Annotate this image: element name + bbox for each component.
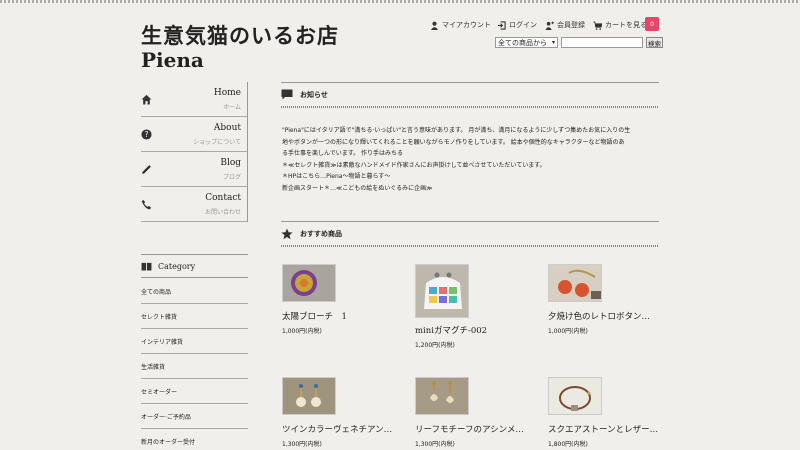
product-image[interactable] — [415, 377, 469, 415]
product-name[interactable]: 太陽ブローチ 1 — [282, 310, 392, 322]
category-item[interactable]: 全ての商品 — [141, 279, 248, 304]
product-price: 1,200円(内税) — [415, 342, 455, 349]
nav-item-contact[interactable]: Contact お問い合わせ — [141, 187, 247, 222]
nav-item-home[interactable]: Home ホーム — [141, 82, 247, 117]
product-card[interactable]: 太陽ブローチ 1 1,000円(内税) — [282, 264, 392, 335]
add-user-icon — [545, 20, 554, 30]
category-list: 全ての商品 セレクト雑貨 インテリア雑貨 生活雑貨 セミオーダー オーダー·ご予… — [141, 279, 248, 450]
category-item[interactable]: セレクト雑貨 — [141, 304, 248, 329]
top-border — [0, 0, 800, 3]
nav-label: Contact — [205, 193, 241, 203]
phone-icon — [141, 199, 152, 210]
question-icon: ? — [141, 129, 152, 140]
product-price: 1,300円(内税) — [282, 441, 322, 448]
search-category-value: 全ての商品から — [498, 38, 547, 47]
nav-sublabel: ホーム — [223, 104, 241, 111]
notice-line: る手仕事を楽しんでいます。 作り手はみちる — [282, 150, 404, 157]
product-name[interactable]: スクエアストーンとレザー… — [548, 423, 658, 435]
product-price: 1,000円(内税) — [548, 328, 588, 335]
product-card[interactable]: スクエアストーンとレザー… 1,800円(内税) — [548, 377, 658, 448]
nav-label: About — [213, 123, 241, 133]
dotted-divider — [281, 106, 659, 108]
chevron-down-icon: ▾ — [551, 39, 555, 46]
cart-count-badge[interactable]: 0 — [645, 17, 659, 31]
category-item[interactable]: セミオーダー — [141, 379, 248, 404]
product-image[interactable] — [548, 377, 602, 415]
notice-text: "Piena"にはイタリア語で"満ちる·いっぱい"と言う意味があります。 月が満… — [282, 125, 662, 194]
category-item[interactable]: インテリア雑貨 — [141, 329, 248, 354]
svg-text:?: ? — [144, 130, 148, 139]
nav-item-blog[interactable]: Blog ブログ — [141, 152, 247, 187]
book-icon — [141, 262, 152, 271]
my-account-label: マイアカウント — [442, 21, 491, 29]
product-card[interactable]: miniガマグチ-002 1,200円(内税) — [415, 264, 527, 349]
product-price: 1,300円(内税) — [415, 441, 455, 448]
search-bar: 全ての商品から ▾ 検索 — [495, 37, 663, 48]
notice-line: 地やボタンが一つの形になり輝いてくれることを願いながらモノ作りをしています。 絵… — [282, 138, 625, 146]
notice-heading-label: お知らせ — [300, 90, 328, 99]
product-card[interactable]: 夕焼け色のレトロボタン… 1,000円(内税) — [548, 264, 658, 335]
product-card[interactable]: リーフモチーフのアシンメ… 1,300円(内税) — [415, 377, 525, 448]
notice-heading: お知らせ — [281, 82, 659, 108]
category-item[interactable]: オーダー·ご予約品 — [141, 404, 248, 429]
category-item[interactable]: 生活雑貨 — [141, 354, 248, 379]
nav-label: Blog — [220, 158, 241, 168]
main-nav: Home ホーム ? About ショップについて Blog ブログ Conta… — [141, 82, 248, 222]
dotted-divider — [281, 245, 659, 247]
cart-link[interactable]: カートを見る — [593, 17, 647, 33]
search-category-select[interactable]: 全ての商品から ▾ — [495, 37, 558, 48]
person-icon — [430, 21, 439, 30]
recommended-heading: おすすめ商品 — [281, 221, 659, 247]
category-item[interactable]: 新月のオーダー受付 — [141, 429, 248, 450]
product-card[interactable]: ツインカラーヴェネチアン… 1,300円(内税) — [282, 377, 392, 448]
product-price: 1,800円(内税) — [548, 441, 588, 448]
product-name[interactable]: ツインカラーヴェネチアン… — [282, 423, 392, 435]
nav-sublabel: ブログ — [222, 174, 241, 181]
cart-label: カートを見る — [605, 21, 647, 29]
search-button[interactable]: 検索 — [646, 37, 663, 48]
nav-label: Home — [213, 88, 241, 98]
register-link[interactable]: 会員登録 — [545, 17, 585, 33]
product-name[interactable]: リーフモチーフのアシンメ… — [415, 423, 525, 435]
login-label: ログイン — [509, 21, 537, 29]
site-title[interactable]: 生意気猫のいるお店 — [141, 20, 339, 50]
product-image[interactable] — [415, 264, 469, 318]
home-icon — [141, 94, 152, 105]
product-price: 1,000円(内税) — [282, 328, 322, 335]
product-image[interactable] — [282, 264, 336, 302]
register-label: 会員登録 — [557, 21, 585, 29]
recommended-heading-label: おすすめ商品 — [300, 229, 342, 238]
product-name[interactable]: miniガマグチ-002 — [415, 324, 527, 336]
site-subtitle[interactable]: Piena — [141, 48, 204, 72]
search-input[interactable] — [561, 37, 643, 48]
nav-sublabel: ショップについて — [193, 139, 241, 146]
product-image[interactable] — [282, 377, 336, 415]
login-link[interactable]: ログイン — [497, 17, 537, 33]
notice-line: 新企画スタート＊…≪こどもの絵をぬいぐるみに企画≫ — [282, 184, 433, 192]
speech-bubble-icon — [281, 89, 293, 101]
notice-line[interactable]: ＊HPはこちら…Piena～物語と暮らす～ — [282, 171, 662, 183]
category-heading-label: Category — [158, 261, 196, 271]
product-name[interactable]: 夕焼け色のレトロボタン… — [548, 310, 658, 322]
cart-icon — [593, 21, 602, 30]
my-account-link[interactable]: マイアカウント — [430, 17, 491, 33]
product-image[interactable] — [548, 264, 602, 302]
star-icon — [281, 228, 293, 240]
category-heading: Category — [141, 254, 248, 278]
login-icon — [497, 20, 506, 30]
nav-sublabel: お問い合わせ — [204, 209, 241, 216]
notice-line: "Piena"にはイタリア語で"満ちる·いっぱい"と言う意味があります。 月が満… — [282, 127, 631, 134]
nav-item-about[interactable]: ? About ショップについて — [141, 117, 247, 152]
pencil-icon — [141, 164, 152, 175]
notice-line: ＊≪セレクト雑貨≫は素敵なハンドメイド作家さんにお声掛けして並べさせていただいて… — [282, 161, 546, 169]
